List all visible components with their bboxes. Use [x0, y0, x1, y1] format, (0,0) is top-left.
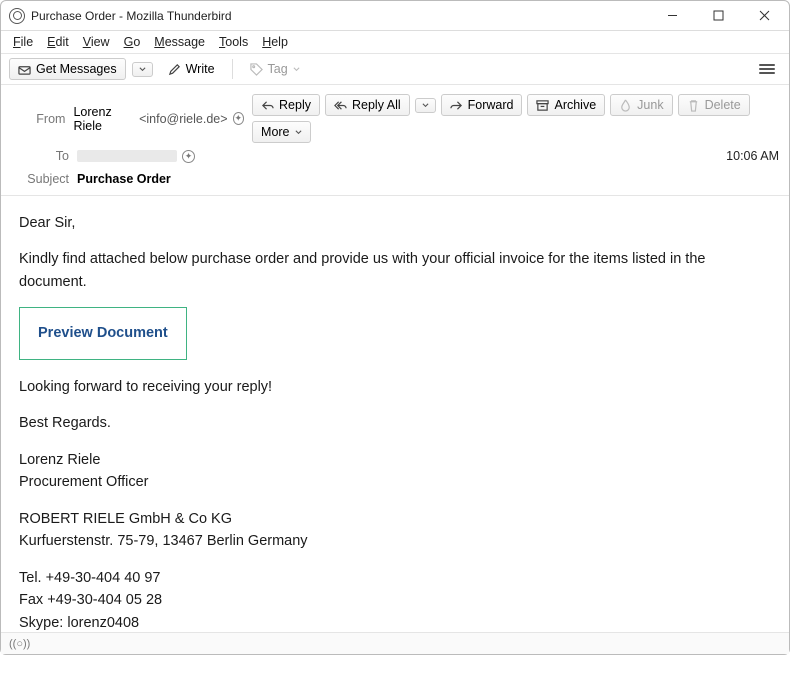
message-time: 10:06 AM	[726, 149, 779, 163]
to-redacted	[77, 150, 177, 162]
regards-line: Best Regards.	[19, 412, 771, 434]
preview-document-button[interactable]: Preview Document	[19, 307, 187, 359]
greeting: Dear Sir,	[19, 212, 771, 234]
reply-all-dropdown[interactable]	[415, 98, 436, 113]
reply-all-icon	[334, 99, 347, 112]
closing-line: Looking forward to receiving your reply!	[19, 376, 771, 398]
get-messages-dropdown[interactable]	[132, 62, 153, 77]
sig-tel: Tel. +49-30-404 40 97	[19, 567, 771, 589]
tag-label: Tag	[268, 62, 288, 76]
archive-button[interactable]: Archive	[527, 94, 605, 116]
forward-icon	[450, 99, 463, 112]
from-value: Lorenz Riele <info@riele.de> ✦	[73, 105, 244, 133]
tag-icon	[250, 63, 263, 76]
sig-title: Procurement Officer	[19, 471, 771, 493]
menu-bar: File Edit View Go Message Tools Help	[1, 31, 789, 53]
chevron-down-icon	[295, 129, 302, 136]
subject-label: Subject	[11, 172, 69, 186]
write-button[interactable]: Write	[159, 58, 224, 80]
trash-icon	[687, 99, 700, 112]
delete-button[interactable]: Delete	[678, 94, 750, 116]
message-header: From Lorenz Riele <info@riele.de> ✦ Repl…	[1, 85, 789, 196]
flame-icon	[619, 99, 632, 112]
to-label: To	[11, 149, 69, 163]
sig-company: ROBERT RIELE GmbH & Co KG	[19, 508, 771, 530]
contact-badge-icon[interactable]: ✦	[233, 112, 245, 125]
sig-skype: Skype: lorenz0408	[19, 612, 771, 634]
menu-view[interactable]: View	[77, 33, 116, 51]
junk-button[interactable]: Junk	[610, 94, 672, 116]
message-body: Dear Sir, Kindly find attached below pur…	[1, 196, 789, 687]
get-messages-button[interactable]: Get Messages	[9, 58, 126, 80]
forward-button[interactable]: Forward	[441, 94, 523, 116]
menu-tools[interactable]: Tools	[213, 33, 254, 51]
menu-file[interactable]: File	[7, 33, 39, 51]
signature-name-block: Lorenz Riele Procurement Officer	[19, 449, 771, 494]
close-button[interactable]	[741, 1, 787, 31]
tag-button[interactable]: Tag	[241, 58, 309, 80]
signature-company-block: ROBERT RIELE GmbH & Co KG Kurfuerstenstr…	[19, 508, 771, 553]
archive-icon	[536, 99, 549, 112]
get-messages-label: Get Messages	[36, 62, 117, 76]
download-icon	[18, 63, 31, 76]
write-label: Write	[186, 62, 215, 76]
menu-edit[interactable]: Edit	[41, 33, 75, 51]
connection-indicator-icon: ((○))	[9, 638, 30, 650]
app-menu-button[interactable]	[753, 58, 781, 80]
reply-icon	[261, 99, 274, 112]
sig-fax: Fax +49-30-404 05 28	[19, 589, 771, 611]
main-toolbar: Get Messages Write Tag	[1, 53, 789, 85]
sig-address: Kurfuerstenstr. 75-79, 13467 Berlin Germ…	[19, 530, 771, 552]
subject-value: Purchase Order	[77, 172, 171, 186]
pencil-icon	[168, 63, 181, 76]
from-address: <info@riele.de>	[139, 112, 227, 126]
chevron-down-icon	[422, 102, 429, 109]
more-button[interactable]: More	[252, 121, 310, 143]
menu-message[interactable]: Message	[148, 33, 211, 51]
intro-text: Kindly find attached below purchase orde…	[19, 248, 771, 293]
from-name: Lorenz Riele	[73, 105, 134, 133]
to-value: ✦	[77, 150, 195, 163]
maximize-button[interactable]	[695, 1, 741, 31]
chevron-down-icon	[139, 66, 146, 73]
title-bar: Purchase Order - Mozilla Thunderbird	[1, 1, 789, 31]
sig-name: Lorenz Riele	[19, 449, 771, 471]
from-label: From	[11, 112, 65, 126]
minimize-button[interactable]	[649, 1, 695, 31]
chevron-down-icon	[293, 66, 300, 73]
status-bar: ((○))	[1, 632, 789, 654]
window-title: Purchase Order - Mozilla Thunderbird	[31, 9, 232, 23]
reply-button[interactable]: Reply	[252, 94, 320, 116]
app-icon	[9, 8, 25, 24]
contact-badge-icon[interactable]: ✦	[182, 150, 195, 163]
reply-all-button[interactable]: Reply All	[325, 94, 410, 116]
menu-go[interactable]: Go	[118, 33, 147, 51]
menu-help[interactable]: Help	[256, 33, 294, 51]
